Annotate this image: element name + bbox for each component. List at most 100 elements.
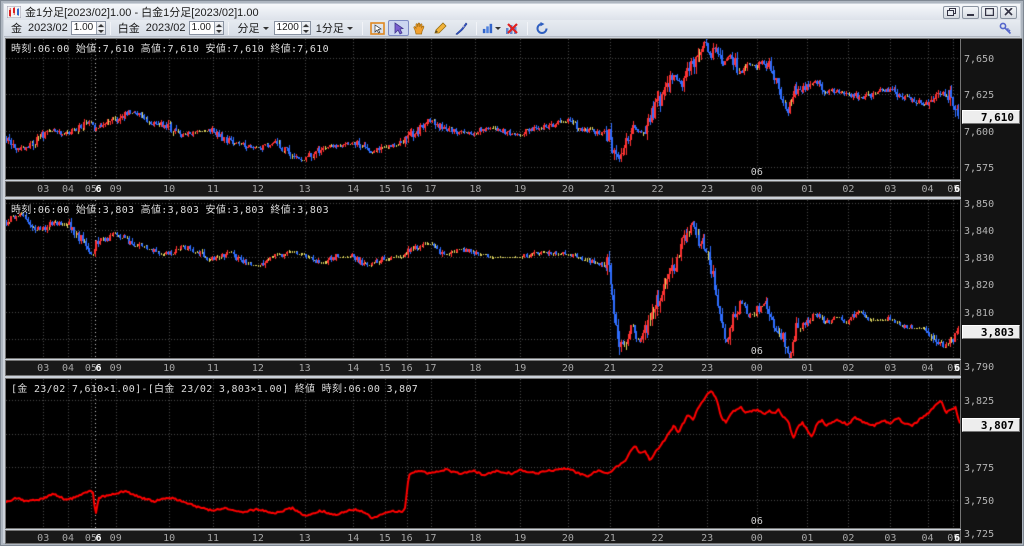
time-axis-label: 18 [469, 184, 482, 195]
price-axis-label: 3,830 [964, 253, 995, 265]
spin-down-icon[interactable] [213, 28, 223, 34]
date-change-label: 06 [750, 167, 763, 178]
price-axis-label: 3,825 [964, 396, 995, 408]
platinum-contract-month: 2023/02 [145, 22, 186, 34]
time-axis-label: 04 [61, 533, 75, 544]
time-axis-label: 03 [37, 533, 50, 544]
time-axis-label: 20 [561, 533, 574, 544]
time-axis-label: 01 [801, 363, 814, 374]
bar-type-dropdown[interactable]: 分足 [233, 21, 274, 36]
price-axis-label: 7,650 [964, 53, 995, 65]
chevron-down-icon [262, 26, 269, 30]
time-axis-label: 04 [61, 184, 75, 195]
time-axis-label: 16 [400, 184, 413, 195]
toolbar-separator [109, 21, 111, 35]
time-axis-label: 04 [921, 533, 934, 544]
chart-select-tool-button[interactable] [367, 20, 388, 36]
spin-down-icon[interactable] [95, 28, 105, 34]
date-edge-mark: 6 [954, 533, 961, 544]
interval-dropdown[interactable]: 1分足 [311, 21, 358, 36]
time-axis-label: 23 [701, 363, 714, 374]
refresh-icon [536, 21, 548, 34]
time-axis-label: 19 [514, 533, 527, 544]
title-bar: 金1分足[2023/02]1.00 - 白金1分足[2023/02]1.00 [4, 4, 1020, 20]
time-axis-label: 19 [514, 184, 527, 195]
platinum-time-axis: 03 04 05 09 10 11 12 13 14 15 16 17 18 19 20 21 22 23 00 01… [5, 360, 961, 376]
time-axis-label: 09 [109, 363, 122, 374]
time-axis-label: 10 [163, 184, 176, 195]
time-axis-label: 03 [884, 184, 897, 195]
price-axis-label: 7,600 [964, 126, 995, 138]
minimize-button[interactable] [962, 5, 979, 19]
time-axis-label: 02 [842, 533, 855, 544]
platinum-ohlc-readout: 時刻:06:00 始値:3,803 高値:3,803 安値:3,803 終値:3… [11, 205, 329, 216]
time-axis-label: 13 [298, 363, 311, 374]
last-price-badge: 7,610 [962, 110, 1020, 125]
hand-icon [413, 22, 425, 34]
price-axis-label: 3,725 [964, 529, 995, 541]
refresh-button[interactable] [532, 20, 553, 36]
spread-line-chart[interactable]: [金 23/02 7,610×1.00]-[白金 23/02 3,803×1.0… [5, 378, 961, 529]
clear-indicators-button[interactable] [502, 20, 523, 36]
time-axis-label: 23 [701, 184, 714, 195]
pen-icon [455, 22, 468, 35]
date-edge-mark: 6 [95, 184, 102, 195]
price-axis-label: 3,850 [964, 198, 995, 210]
time-axis-label: 04 [921, 184, 934, 195]
gold-candle-chart[interactable]: 時刻:06:00 始値:7,610 高値:7,610 安値:7,610 終値:7… [5, 38, 961, 180]
time-axis-label: 04 [921, 363, 934, 374]
time-axis-label: 04 [61, 363, 75, 374]
toolbar-separator [227, 21, 229, 35]
time-axis-label: 15 [378, 184, 391, 195]
date-change-label: 06 [750, 346, 763, 357]
time-axis-label: 21 [603, 184, 616, 195]
time-axis-label: 13 [298, 184, 311, 195]
pencil-tool-button[interactable] [430, 20, 451, 36]
time-axis-label: 19 [514, 363, 527, 374]
gold-multiplier-spinner[interactable]: 1.00 [70, 21, 106, 35]
toolbar: 金 2023/02 1.00 白金 2023/02 1.00 分足 1200 1… [4, 20, 1020, 37]
price-axis-label: 3,775 [964, 462, 995, 474]
time-axis-label: 02 [842, 363, 855, 374]
float-window-button[interactable] [943, 5, 960, 19]
last-price-badge: 3,807 [962, 418, 1020, 433]
interval-label: 1分足 [315, 23, 344, 35]
chevron-down-icon [346, 26, 353, 30]
date-edge-mark: 6 [95, 363, 102, 374]
gold-time-axis: 03 04 05 09 10 11 12 13 14 15 16 17 18 19 20 21 22 23 00 01… [5, 181, 961, 197]
pan-tool-button[interactable] [409, 20, 430, 36]
last-price-badge: 3,803 [962, 324, 1020, 339]
time-axis-label: 18 [469, 533, 482, 544]
bar-count-spinner[interactable]: 1200 [273, 21, 311, 35]
chart-select-icon [370, 21, 385, 35]
time-axis-label: 15 [378, 533, 391, 544]
time-axis-label: 20 [561, 184, 574, 195]
cursor-tool-button[interactable] [387, 20, 409, 36]
time-axis-label: 10 [163, 533, 176, 544]
date-edge-mark: 6 [954, 184, 961, 195]
time-axis-label: 13 [298, 533, 311, 544]
time-axis-label: 22 [651, 363, 664, 374]
time-axis-label: 03 [884, 533, 897, 544]
wrench-icon [999, 22, 1012, 34]
cursor-icon [394, 21, 404, 35]
time-axis-label: 12 [251, 533, 264, 544]
time-axis-label: 00 [750, 363, 763, 374]
pen-tool-button[interactable] [451, 20, 472, 36]
time-axis-label: 03 [37, 184, 50, 195]
chevron-down-icon [494, 26, 501, 30]
settings-wrench-button[interactable] [995, 20, 1016, 36]
time-axis-label: 09 [109, 533, 122, 544]
platinum-multiplier-spinner[interactable]: 1.00 [188, 21, 224, 35]
platinum-candle-chart[interactable]: 時刻:06:00 始値:3,803 高値:3,803 安値:3,803 終値:3… [5, 199, 961, 359]
close-button[interactable] [1000, 5, 1017, 19]
platinum-multiplier-value: 1.00 [191, 22, 211, 33]
indicator-chart-button[interactable] [481, 20, 502, 36]
toolbar-separator [361, 21, 363, 35]
time-axis-label: 10 [163, 363, 176, 374]
spin-down-icon[interactable] [300, 28, 310, 34]
time-axis-label: 14 [347, 184, 360, 195]
platinum-symbol-label: 白金 [117, 23, 140, 35]
time-axis-label: 03 [37, 363, 50, 374]
maximize-button[interactable] [981, 5, 998, 19]
